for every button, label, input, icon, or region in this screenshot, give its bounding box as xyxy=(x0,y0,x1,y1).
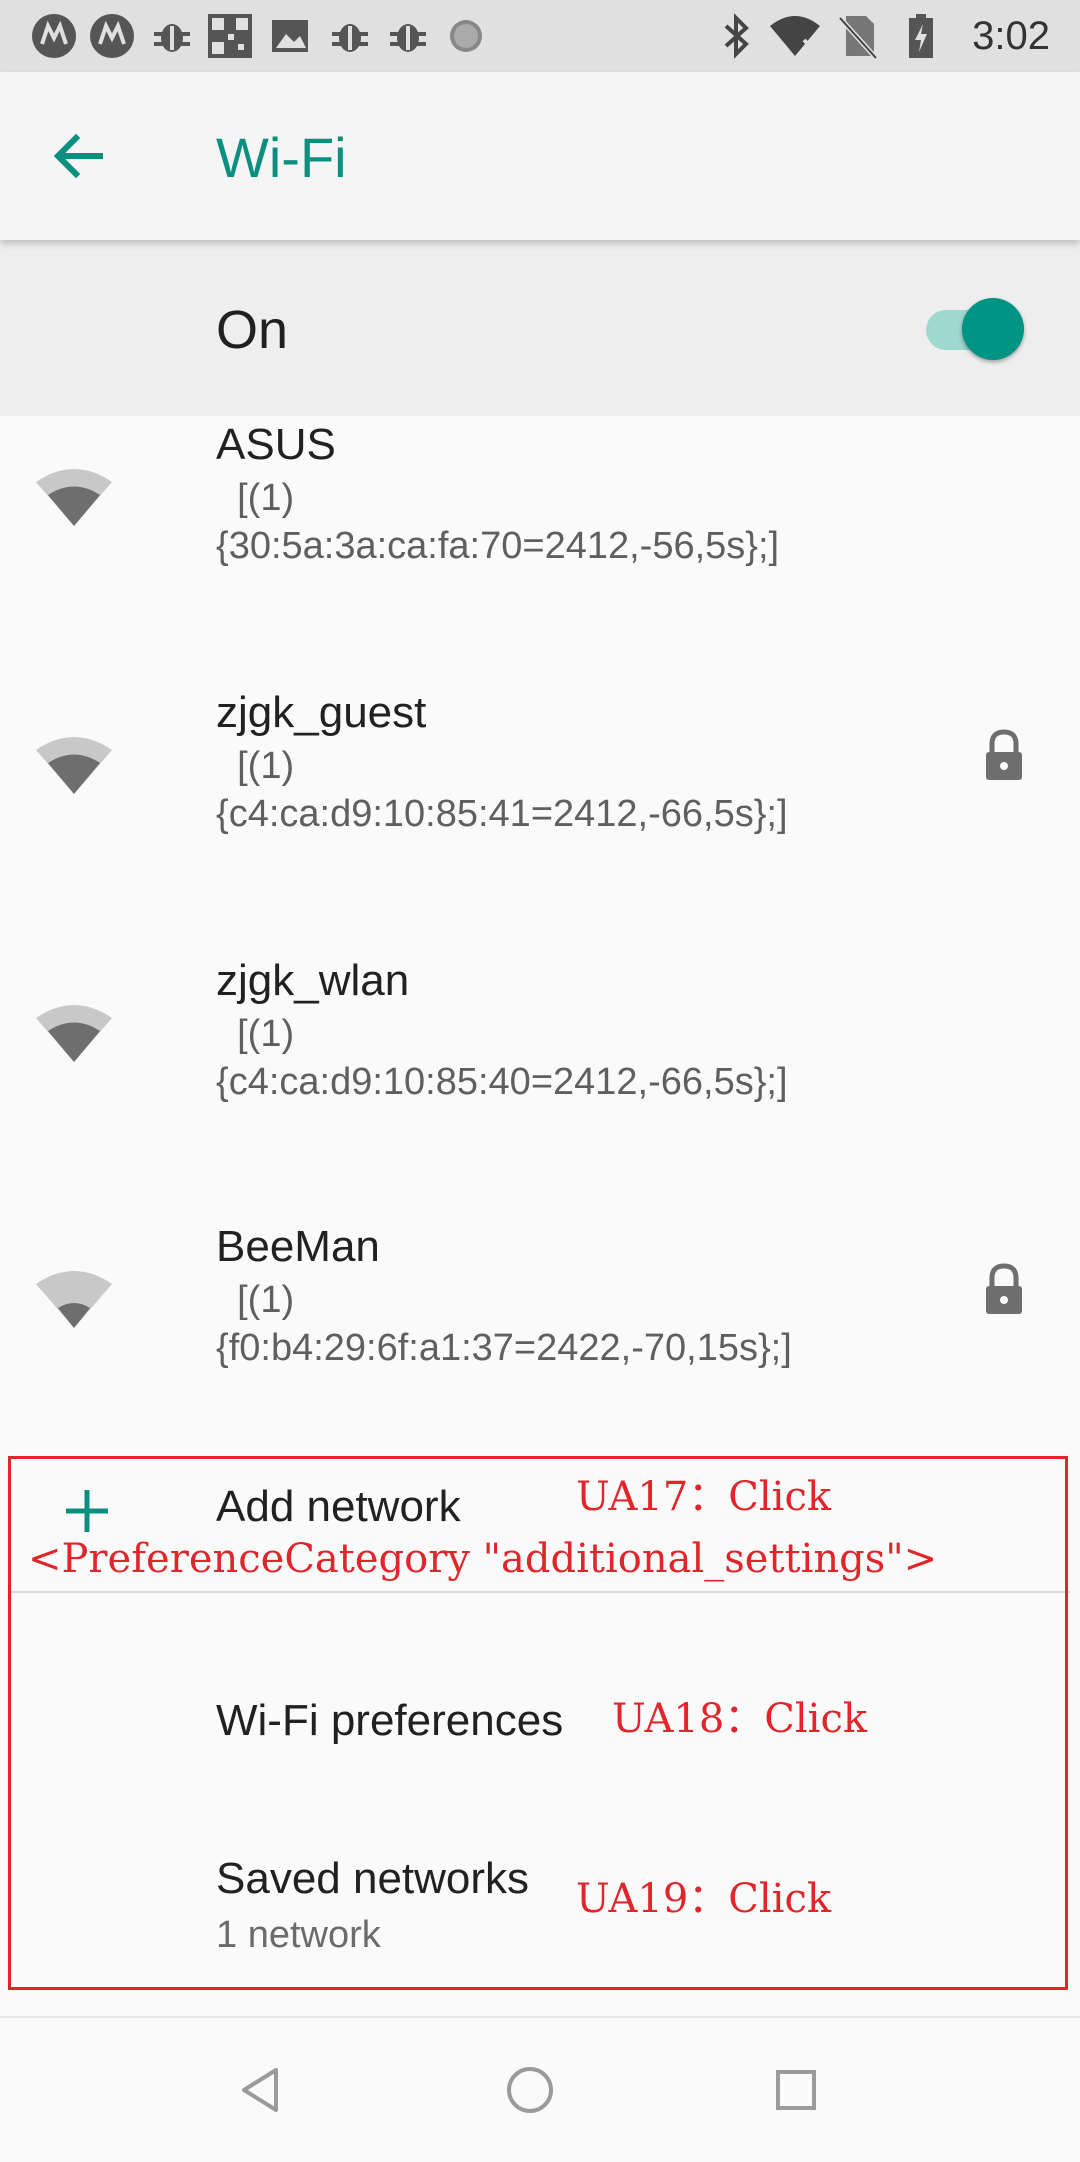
annotation-ua18: UA18：Click xyxy=(612,1696,868,1742)
annotation-ua17: UA17：Click xyxy=(576,1474,832,1520)
bug-icon xyxy=(154,24,190,52)
no-sim-icon xyxy=(838,16,878,60)
image-icon xyxy=(272,20,308,52)
network-list-item[interactable]: BeeMan [(1) {f0:b4:29:6f:a1:37=2422,-70,… xyxy=(0,1222,1080,1490)
wifi-toggle[interactable] xyxy=(922,296,1024,360)
wifi-signal-icon xyxy=(36,1005,112,1062)
network-ssid: zjgk_wlan xyxy=(216,956,410,1005)
app-bar: Wi-Fi xyxy=(0,72,1080,240)
switch-label: On xyxy=(216,300,289,360)
wifi-signal-icon xyxy=(36,737,112,794)
bluetooth-icon xyxy=(724,13,749,59)
wifi-no-internet-icon xyxy=(770,16,820,56)
motorola-icon xyxy=(90,14,134,58)
motorola-icon xyxy=(32,14,76,58)
network-ssid: zjgk_guest xyxy=(216,688,427,737)
annotation-ua19: UA19：Click xyxy=(576,1876,832,1922)
home-nav-icon[interactable] xyxy=(502,2062,558,2118)
navigation-bar xyxy=(0,2016,1080,2162)
network-detail: [(1) {30:5a:3a:ca:fa:70=2412,-56,5s};] xyxy=(216,477,780,567)
qr-code-icon xyxy=(208,14,252,58)
status-bar: 3:02 xyxy=(0,0,1080,72)
network-detail: [(1) {f0:b4:29:6f:a1:37=2422,-70,15s};] xyxy=(216,1279,792,1369)
loading-icon xyxy=(450,20,482,52)
bug-icon xyxy=(332,24,368,52)
bug-icon xyxy=(390,24,426,52)
recents-nav-icon[interactable] xyxy=(768,2062,824,2118)
annotation-category: <PreferenceCategory "additional_settings… xyxy=(28,1536,938,1582)
lock-icon xyxy=(986,729,1022,780)
back-arrow-icon[interactable] xyxy=(40,116,120,196)
lock-icon xyxy=(986,1263,1022,1314)
page-title: Wi-Fi xyxy=(216,126,347,189)
back-nav-icon[interactable] xyxy=(232,2062,288,2118)
toggle-thumb xyxy=(962,298,1024,360)
network-detail: [(1) {c4:ca:d9:10:85:40=2412,-66,5s};] xyxy=(216,1013,788,1103)
battery-charging-icon xyxy=(909,14,933,58)
network-detail: [(1) {c4:ca:d9:10:85:41=2412,-66,5s};] xyxy=(216,745,788,835)
network-ssid: ASUS xyxy=(216,420,336,469)
network-list-item[interactable]: ASUS [(1) {30:5a:3a:ca:fa:70=2412,-56,5s… xyxy=(0,420,1080,688)
wifi-signal-icon xyxy=(36,1271,112,1328)
network-list-item[interactable]: zjgk_guest [(1) {c4:ca:d9:10:85:41=2412,… xyxy=(0,688,1080,956)
network-list-item[interactable]: zjgk_wlan [(1) {c4:ca:d9:10:85:40=2412,-… xyxy=(0,956,1080,1224)
clock: 3:02 xyxy=(972,14,1050,58)
wifi-master-switch-bar[interactable]: On xyxy=(0,240,1080,416)
wifi-signal-icon xyxy=(36,469,112,526)
network-ssid: BeeMan xyxy=(216,1222,380,1271)
